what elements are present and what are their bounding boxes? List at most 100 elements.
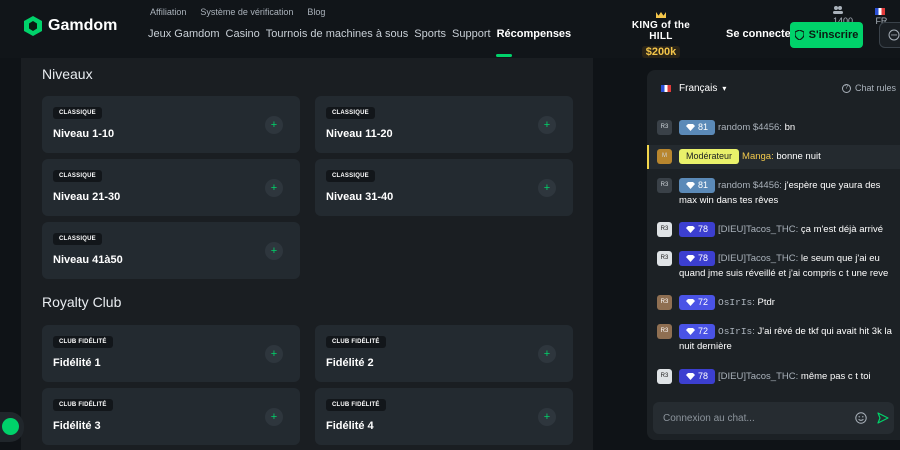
- chat-text: même pas c t toi: [800, 371, 871, 382]
- chat-username[interactable]: Manga: [742, 151, 771, 162]
- level-card[interactable]: CLASSIQUE Niveau 21-30 +: [42, 159, 300, 216]
- avatar[interactable]: R3: [657, 120, 672, 135]
- chat-username[interactable]: [DIEU]Tacos_THC: [718, 224, 796, 235]
- promo-title: KING of the HILL: [631, 20, 691, 42]
- card-name: Fidélité 1: [53, 357, 101, 369]
- level-badge: 72: [679, 295, 716, 310]
- level-badge: 72: [679, 324, 716, 339]
- diamond-icon: [686, 328, 695, 335]
- card-tag: CLUB FIDÉLITÉ: [326, 399, 386, 411]
- link-affiliation[interactable]: Affiliation: [150, 7, 186, 17]
- expand-plus-icon[interactable]: +: [538, 408, 556, 426]
- card-tag: CLASSIQUE: [53, 233, 102, 245]
- chat-username[interactable]: [DIEU]Tacos_THC: [718, 253, 796, 264]
- diamond-icon: [686, 373, 695, 380]
- avatar[interactable]: R3: [657, 178, 672, 193]
- france-flag-icon: [661, 85, 671, 92]
- promo-amount: $200k: [641, 46, 681, 58]
- badge-value: 78: [698, 224, 709, 234]
- widget-avatar-icon: [2, 418, 19, 435]
- expand-plus-icon[interactable]: +: [538, 179, 556, 197]
- chat-toggle-button[interactable]: [879, 22, 900, 48]
- chat-username[interactable]: random $4456: [718, 180, 779, 191]
- chat-username[interactable]: OsIrIs: [718, 297, 752, 308]
- chat-message: R3 81 random $4456: bn: [647, 120, 900, 136]
- chat-message: R3 78 [DIEU]Tacos_THC: même pas c t toi: [647, 369, 900, 385]
- badge-value: 81: [698, 122, 709, 132]
- chat-language-select[interactable]: Français ▾: [661, 83, 726, 94]
- card-name: Niveau 11-20: [326, 128, 393, 140]
- chat-header: Français ▾ ? Chat rules: [647, 70, 900, 108]
- avatar[interactable]: R3: [657, 369, 672, 384]
- card-name: Niveau 1-10: [53, 128, 115, 140]
- link-verification[interactable]: Système de vérification: [200, 7, 293, 17]
- level-card[interactable]: CLASSIQUE Niveau 1-10 +: [42, 96, 300, 153]
- section-title-levels: Niveaux: [42, 66, 93, 82]
- expand-plus-icon[interactable]: +: [538, 345, 556, 363]
- chat-message: R3 78 [DIEU]Tacos_THC: ça m'est déjà arri…: [647, 222, 900, 238]
- login-button[interactable]: Se connecter: [726, 28, 795, 40]
- level-badge: 81: [679, 120, 716, 135]
- nav-support[interactable]: Support: [452, 28, 491, 40]
- chat-message: R3 81 random $4456: j'espère que yaura de…: [647, 178, 900, 210]
- chat-rules-label: Chat rules: [854, 83, 896, 93]
- expand-plus-icon[interactable]: +: [265, 116, 283, 134]
- avatar[interactable]: R3: [657, 251, 672, 266]
- avatar[interactable]: R3: [657, 324, 672, 339]
- emoji-icon[interactable]: [855, 412, 867, 424]
- chat-text: Ptdr: [757, 297, 775, 308]
- chat-message: R3 78 [DIEU]Tacos_THC: le seum que j'ai e…: [647, 251, 900, 283]
- chat-username[interactable]: [DIEU]Tacos_THC: [718, 371, 796, 382]
- king-of-the-hill-promo[interactable]: KING of the HILL $200k: [628, 12, 694, 58]
- expand-plus-icon[interactable]: +: [265, 345, 283, 363]
- level-badge: 81: [679, 178, 716, 193]
- level-badge: 78: [679, 369, 716, 384]
- chat-message: R3 72 OsIrIs: J'ai rêvé de tkf qui avait …: [647, 324, 900, 356]
- avatar[interactable]: R3: [657, 295, 672, 310]
- level-card[interactable]: CLASSIQUE Niveau 31-40 +: [315, 159, 573, 216]
- chat-text: ça m'est déjà arrivé: [800, 224, 883, 235]
- chat-username[interactable]: random $4456: [718, 122, 779, 133]
- card-name: Fidélité 2: [326, 357, 374, 369]
- royalty-card[interactable]: CLUB FIDÉLITÉ Fidélité 1 +: [42, 325, 300, 382]
- expand-plus-icon[interactable]: +: [265, 179, 283, 197]
- brand-logo[interactable]: Gamdom: [24, 16, 117, 36]
- avatar[interactable]: M: [657, 149, 672, 164]
- card-name: Niveau 41à50: [53, 254, 123, 266]
- top-links: Affiliation Système de vérification Blog: [150, 7, 325, 17]
- chat-message-moderator: M Modérateur Manga: bonne nuit: [647, 145, 900, 169]
- active-nav-indicator: [496, 54, 512, 57]
- signup-button[interactable]: S'inscrire: [790, 22, 863, 48]
- card-tag: CLASSIQUE: [326, 170, 375, 182]
- nav-jeux-gamdom[interactable]: Jeux Gamdom: [148, 28, 220, 40]
- crown-icon: [656, 12, 666, 18]
- brand-name: Gamdom: [48, 17, 118, 34]
- chat-username[interactable]: OsIrIs: [718, 326, 752, 337]
- level-card[interactable]: CLASSIQUE Niveau 41à50 +: [42, 222, 300, 279]
- badge-value: 72: [698, 297, 709, 307]
- card-tag: CLUB FIDÉLITÉ: [326, 336, 386, 348]
- link-blog[interactable]: Blog: [307, 7, 325, 17]
- royalty-card[interactable]: CLUB FIDÉLITÉ Fidélité 2 +: [315, 325, 573, 382]
- chat-language-label: Français: [679, 83, 718, 94]
- royalty-card[interactable]: CLUB FIDÉLITÉ Fidélité 3 +: [42, 388, 300, 445]
- level-card[interactable]: CLASSIQUE Niveau 11-20 +: [315, 96, 573, 153]
- expand-plus-icon[interactable]: +: [265, 242, 283, 260]
- nav-casino[interactable]: Casino: [226, 28, 260, 40]
- expand-plus-icon[interactable]: +: [538, 116, 556, 134]
- diamond-icon: [686, 226, 695, 233]
- nav-sports[interactable]: Sports: [414, 28, 446, 40]
- diamond-icon: [686, 182, 695, 189]
- expand-plus-icon[interactable]: +: [265, 408, 283, 426]
- send-icon[interactable]: [877, 412, 889, 424]
- card-name: Niveau 31-40: [326, 191, 394, 203]
- nav-recompenses[interactable]: Récompenses: [497, 28, 572, 40]
- chat-bubble-icon: [888, 29, 900, 41]
- royalty-card[interactable]: CLUB FIDÉLITÉ Fidélité 4 +: [315, 388, 573, 445]
- chat-text: bn: [784, 122, 796, 133]
- question-icon: ?: [841, 83, 851, 93]
- avatar[interactable]: R3: [657, 222, 672, 237]
- moderator-badge: Modérateur: [679, 149, 740, 164]
- chat-rules-link[interactable]: ? Chat rules: [841, 83, 896, 93]
- nav-tournois[interactable]: Tournois de machines à sous: [266, 28, 408, 40]
